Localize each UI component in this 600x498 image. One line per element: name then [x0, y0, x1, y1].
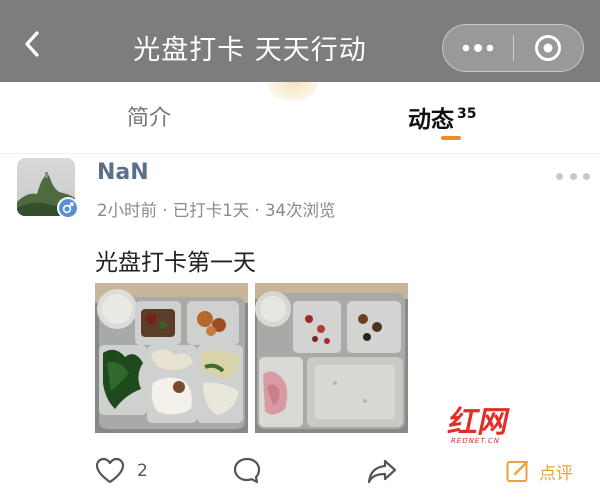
like-button[interactable]: 2: [95, 454, 148, 488]
comment-bubble-icon: [233, 457, 261, 484]
dot: [556, 172, 563, 180]
food-tray-empty-photo: [255, 283, 408, 433]
tab-feed[interactable]: 动态 35: [408, 100, 476, 134]
review-label: 点评: [539, 463, 573, 484]
post-action-bar: 2 点评: [0, 448, 600, 498]
svg-text:时刻: 时刻: [511, 405, 578, 440]
username[interactable]: NaN: [97, 160, 149, 185]
edit-note-icon: [506, 460, 529, 482]
comment-button[interactable]: [232, 454, 262, 488]
heart-icon: [95, 457, 125, 484]
nav-bar: 光盘打卡 天天行动: [0, 0, 600, 82]
more-dots-icon: [462, 44, 494, 52]
review-button[interactable]: 点评: [505, 454, 573, 488]
dot: [569, 172, 577, 180]
svg-text:REDNET.CN: REDNET.CN: [450, 436, 501, 445]
dot: [583, 172, 590, 180]
post-image-full-tray[interactable]: [95, 283, 248, 433]
tab-bar: 简介 动态 35: [0, 82, 600, 154]
close-program-button[interactable]: [514, 25, 584, 71]
like-count: 2: [137, 461, 148, 481]
tab-label: 简介: [127, 106, 172, 131]
tab-count: 35: [457, 106, 477, 123]
male-icon: [59, 199, 77, 217]
post-image-empty-tray[interactable]: [255, 283, 408, 433]
gender-badge: [57, 197, 79, 219]
svg-text:红网: 红网: [445, 405, 512, 440]
mini-program-capsule: [442, 24, 584, 72]
page-title: 光盘打卡 天天行动: [133, 35, 367, 66]
share-button[interactable]: [366, 454, 398, 488]
tab-intro[interactable]: 简介: [127, 100, 171, 132]
post-more-button[interactable]: [556, 166, 590, 186]
target-circle-icon: [535, 35, 562, 61]
food-tray-full-photo: [95, 283, 248, 433]
active-tab-indicator: [441, 136, 461, 140]
post-meta: 2小时前 · 已打卡1天 · 34次浏览: [97, 201, 336, 220]
tab-label: 动态: [408, 107, 454, 133]
more-options-button[interactable]: [443, 25, 513, 71]
post-text: 光盘打卡第一天: [95, 250, 256, 276]
news-watermark-logo: 红网 时刻 REDNET.CN: [440, 398, 590, 446]
share-arrow-icon: [367, 459, 397, 484]
